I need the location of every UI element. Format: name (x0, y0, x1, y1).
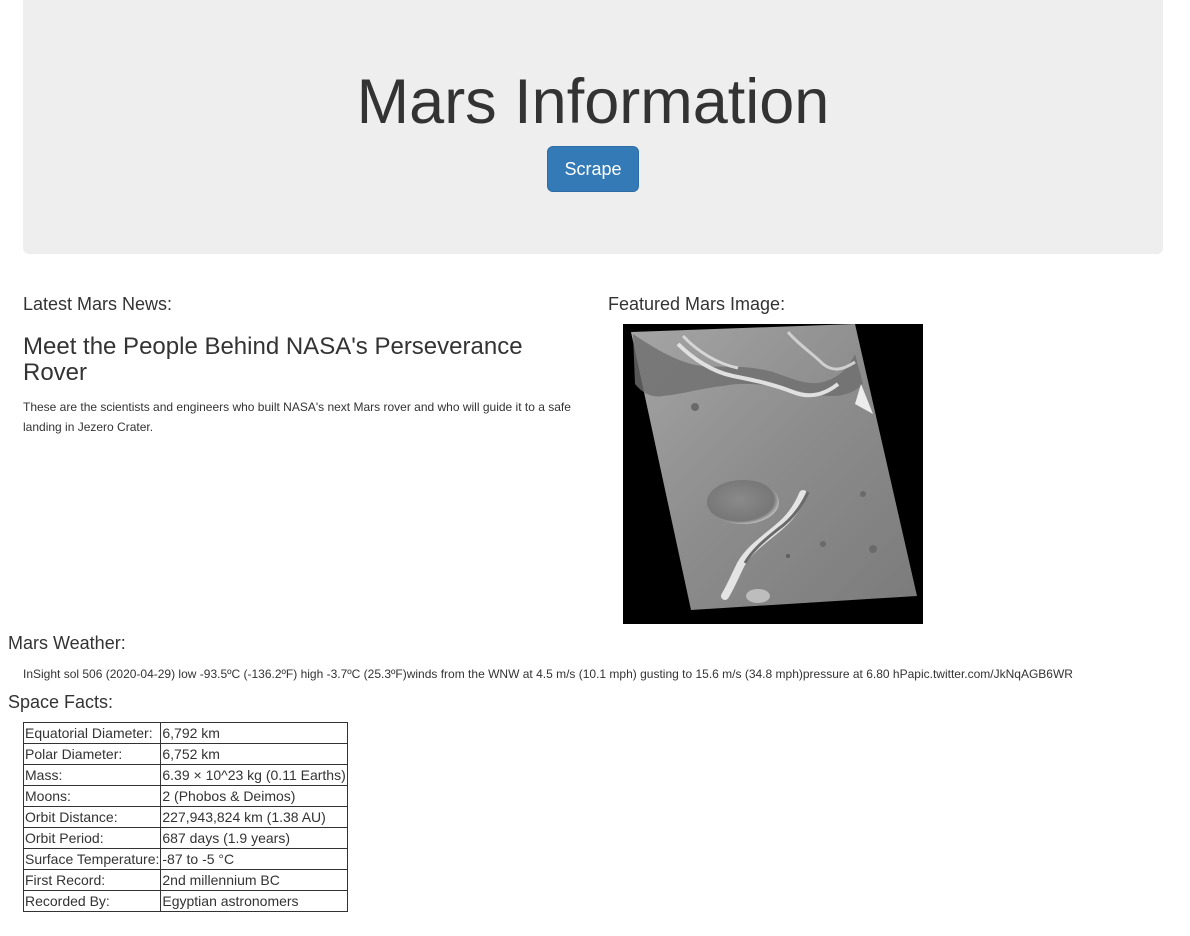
table-row: Equatorial Diameter: 6,792 km (22, 722, 348, 744)
fact-value: 6,752 km (160, 743, 348, 765)
fact-value: -87 to -5 °C (160, 848, 348, 870)
fact-key: Recorded By: (22, 890, 162, 912)
table-row: Mass: 6.39 × 10^23 kg (0.11 Earths) (22, 764, 348, 786)
fact-key: Mass: (22, 764, 162, 786)
fact-value: 227,943,824 km (1.38 AU) (160, 806, 348, 828)
table-row: Polar Diameter: 6,752 km (22, 743, 348, 765)
fact-key: Moons: (22, 785, 162, 807)
featured-image-heading: Featured Mars Image: (608, 294, 786, 314)
jumbotron: Mars Information Scrape (23, 0, 1163, 254)
table-row: Moons: 2 (Phobos & Deimos) (22, 785, 348, 807)
news-heading: Latest Mars News: (23, 294, 173, 314)
fact-value: 687 days (1.9 years) (160, 827, 348, 849)
scrape-button[interactable]: Scrape (547, 146, 639, 192)
table-row: Recorded By: Egyptian astronomers (22, 890, 348, 912)
table-row: Surface Temperature: -87 to -5 °C (22, 848, 348, 870)
fact-key: Orbit Period: (22, 827, 162, 849)
fact-value: 6.39 × 10^23 kg (0.11 Earths) (160, 764, 348, 786)
mars-surface-image (631, 324, 917, 610)
fact-value: 2 (Phobos & Deimos) (160, 785, 348, 807)
page-title: Mars Information (356, 67, 830, 137)
fact-key: First Record: (22, 869, 162, 891)
fact-value: 2nd millennium BC (160, 869, 348, 891)
featured-mars-image (623, 324, 923, 624)
fact-key: Orbit Distance: (22, 806, 162, 828)
fact-key: Surface Temperature: (22, 848, 162, 870)
facts-heading: Space Facts: (8, 692, 114, 712)
weather-text: InSight sol 506 (2020-04-29) low -93.5ºC… (23, 667, 1073, 681)
table-row: Orbit Period: 687 days (1.9 years) (22, 827, 348, 849)
fact-value: Egyptian astronomers (160, 890, 348, 912)
news-paragraph: These are the scientists and engineers w… (23, 400, 571, 434)
news-title: Meet the People Behind NASA's Perseveran… (23, 333, 523, 386)
fact-key: Polar Diameter: (22, 743, 162, 765)
table-row: First Record: 2nd millennium BC (22, 869, 348, 891)
space-facts-table: Equatorial Diameter: 6,792 km Polar Diame… (22, 722, 348, 912)
table-row: Orbit Distance: 227,943,824 km (1.38 AU) (22, 806, 348, 828)
fact-key: Equatorial Diameter: (22, 722, 162, 744)
weather-heading: Mars Weather: (8, 633, 126, 653)
fact-value: 6,792 km (160, 722, 348, 744)
